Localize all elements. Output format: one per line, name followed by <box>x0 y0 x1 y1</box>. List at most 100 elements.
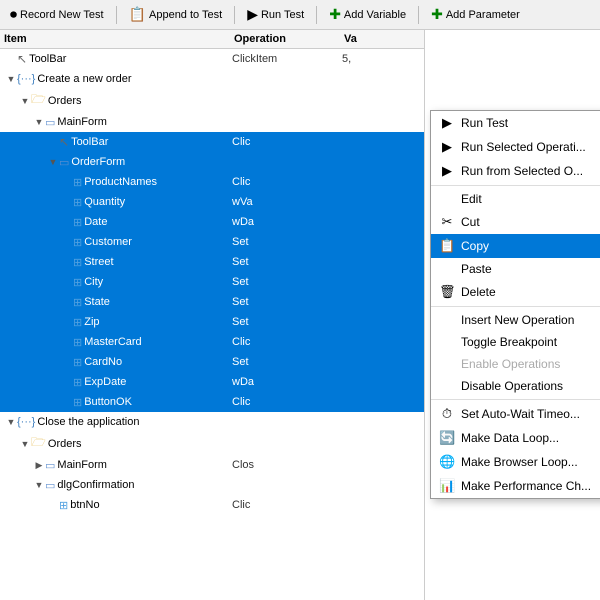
ctx-make-perf[interactable]: 📊Make Performance Ch... <box>431 474 600 498</box>
expand-button <box>62 217 72 227</box>
toolbar: ⏺ Record New Test 📋 Append to Test ▶ Run… <box>0 0 600 30</box>
ctx-delete[interactable]: 🗑Delete <box>431 280 600 304</box>
ctx-run-test[interactable]: ▶ Run Test <box>431 111 600 135</box>
folder-icon: 🗁 <box>31 433 46 454</box>
ctx-auto-wait[interactable]: ⏱ Set Auto-Wait Timeo... <box>431 402 600 426</box>
tree-item-label: dlgConfirmation <box>57 479 134 491</box>
tree-row[interactable]: ▼▭dlgConfirmation <box>0 475 424 495</box>
operation-cell: Clic <box>232 336 342 348</box>
tree-row[interactable]: ▼▭OrderForm <box>0 152 424 172</box>
ctx-run-selected-op[interactable]: ▶Run Selected Operati... <box>431 135 600 159</box>
record-new-test-btn[interactable]: ⏺ Record New Test <box>4 4 110 25</box>
ctx-item-label: Disable Operations <box>461 379 596 393</box>
expand-button[interactable]: ▼ <box>20 439 30 449</box>
tree-row[interactable]: ⊞btnNoClic <box>0 495 424 515</box>
tree-item-label: MainForm <box>57 116 107 128</box>
expand-button <box>6 54 16 64</box>
tree-row[interactable]: ▼🗁Orders <box>0 89 424 112</box>
expand-button[interactable]: ▼ <box>34 117 44 127</box>
tree-row[interactable]: ▶▭MainFormClos <box>0 455 424 475</box>
form-icon: ▭ <box>45 116 55 129</box>
tree-row[interactable]: ⊞CardNoSet <box>0 352 424 372</box>
run-icon: ▶ <box>247 6 258 23</box>
expand-button[interactable]: ▶ <box>34 460 44 470</box>
ctx-enable-ops: Enable Operations <box>431 353 600 375</box>
tree-row[interactable]: ⊞ExpDatewDa <box>0 372 424 392</box>
expand-button <box>48 500 58 510</box>
tree-item-label: ProductNames <box>84 176 157 188</box>
item-cell: ⊞btnNo <box>2 499 232 512</box>
expand-button[interactable]: ▼ <box>20 96 30 106</box>
tree-item-label: Customer <box>84 236 132 248</box>
tree-item-label: Street <box>84 256 113 268</box>
tree-row[interactable]: ⊞QuantitywVa <box>0 192 424 212</box>
append-to-test-label: Append to Test <box>149 9 222 21</box>
ctx-cut[interactable]: ✂Cut <box>431 210 600 234</box>
tree-row[interactable]: ⊞MasterCardClic <box>0 332 424 352</box>
tree-row[interactable]: ▼{···}Close the application <box>0 412 424 432</box>
expand-button <box>62 277 72 287</box>
separator-4 <box>418 6 419 24</box>
ctx-make-data-loop[interactable]: 🔄Make Data Loop... <box>431 426 600 450</box>
tree-row[interactable]: ▼🗁Orders <box>0 432 424 455</box>
tree-row[interactable]: ↖ToolBarClic <box>0 132 424 152</box>
context-menu[interactable]: ▶ Run Test ▶Run Selected Operati...▶Run fr… <box>430 110 600 499</box>
tree-row[interactable]: ⊞StateSet <box>0 292 424 312</box>
tree-row[interactable]: ⊞ZipSet <box>0 312 424 332</box>
context-menu-separator <box>431 185 600 186</box>
ctx-paste[interactable]: Paste <box>431 258 600 280</box>
ctx-toggle-breakpoint[interactable]: Toggle Breakpoint <box>431 331 600 353</box>
ctx-item-label: Run Test <box>461 116 596 130</box>
ctx-item-label: Enable Operations <box>461 357 596 371</box>
ctx-insert-new-op[interactable]: Insert New Operation <box>431 309 600 331</box>
tree-row[interactable]: ⊞CustomerSet <box>0 232 424 252</box>
add-param-icon: ✚ <box>431 6 443 23</box>
item-cell: ▼🗁Orders <box>2 90 232 111</box>
ctx-item-icon: 🌐 <box>439 454 455 470</box>
expand-button[interactable]: ▼ <box>48 157 58 167</box>
ctx-make-browser-loop[interactable]: 🌐Make Browser Loop... <box>431 450 600 474</box>
append-to-test-btn[interactable]: 📋 Append to Test <box>123 4 229 25</box>
ctx-item-label: Edit <box>461 192 596 206</box>
expand-button <box>48 137 58 147</box>
run-test-btn[interactable]: ▶ Run Test <box>241 4 310 25</box>
add-parameter-btn[interactable]: ✚ Add Parameter <box>425 4 526 25</box>
operation-cell: Clos <box>232 459 342 471</box>
tree-row[interactable]: ⊞ButtonOKClic <box>0 392 424 412</box>
ctx-item-label: Run from Selected O... <box>461 164 596 178</box>
ctx-copy[interactable]: 📋Copy <box>431 234 600 258</box>
ctx-item-icon: 📋 <box>439 238 455 254</box>
operation-cell: Set <box>232 316 342 328</box>
expand-button <box>62 237 72 247</box>
ctx-item-icon: ▶ <box>439 115 455 131</box>
add-variable-btn[interactable]: ✚ Add Variable <box>323 4 412 25</box>
expand-button[interactable]: ▼ <box>6 74 16 84</box>
tree-row[interactable]: ▼▭MainForm <box>0 112 424 132</box>
ctx-disable-ops[interactable]: Disable Operations <box>431 375 600 397</box>
operation-cell: wDa <box>232 376 342 388</box>
ctx-edit[interactable]: Edit <box>431 188 600 210</box>
run-test-label: Run Test <box>261 9 304 21</box>
item-cell: ▼{···}Close the application <box>2 416 232 428</box>
operation-cell: Set <box>232 236 342 248</box>
tree-item-label: Create a new order <box>37 73 131 85</box>
tree-row[interactable]: ⊞CitySet <box>0 272 424 292</box>
operation-cell: Set <box>232 356 342 368</box>
expand-button[interactable]: ▼ <box>6 417 16 427</box>
item-cell: ⊞MasterCard <box>2 336 232 349</box>
field-icon: ⊞ <box>73 196 82 209</box>
tree-item-label: Zip <box>84 316 99 328</box>
tree-row[interactable]: ↖ToolBarClickItem5, <box>0 49 424 69</box>
tree-row[interactable]: ⊞DatewDa <box>0 212 424 232</box>
ctx-item-icon: ⏱ <box>439 406 455 422</box>
tree-row[interactable]: ⊞StreetSet <box>0 252 424 272</box>
ctx-item-label: Set Auto-Wait Timeo... <box>461 407 596 421</box>
tree-panel[interactable]: Item Operation Va ↖ToolBarClickItem5,▼{·… <box>0 30 425 600</box>
ctx-run-from-selected[interactable]: ▶Run from Selected O... <box>431 159 600 183</box>
tree-row[interactable]: ▼{···}Create a new order <box>0 69 424 89</box>
expand-button[interactable]: ▼ <box>34 480 44 490</box>
tree-row[interactable]: ⊞ProductNamesClic <box>0 172 424 192</box>
record-icon: ⏺ <box>10 6 17 23</box>
context-menu-separator <box>431 399 600 400</box>
group-icon: {···} <box>17 73 35 85</box>
